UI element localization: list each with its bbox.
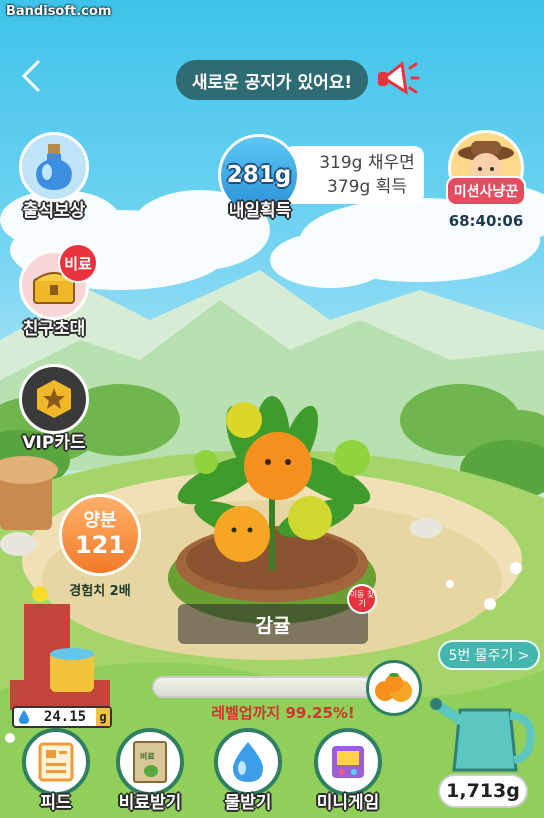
water-drop-big-icon xyxy=(214,728,282,796)
game-scene: Bandisoft.com 새로운 공지가 있어요! 출석보상 비료 친구초대 … xyxy=(0,0,544,818)
move-tag[interactable]: 이동 찾기 xyxy=(347,584,377,614)
water-stock-display: 24.15 g xyxy=(12,706,112,728)
yield-goal-text: 319g 채우면 xyxy=(319,153,415,173)
water-five-times-button[interactable]: 5번 물주기 > xyxy=(438,640,540,670)
feed-button[interactable]: 피드 xyxy=(16,728,96,813)
watering-can-amount: 1,713g xyxy=(438,774,528,808)
fertilizer-label: 비료받기 xyxy=(118,793,182,813)
invite-friends-button[interactable]: 비료 친구초대 xyxy=(16,243,98,339)
megaphone-icon[interactable] xyxy=(374,56,420,100)
feed-icon xyxy=(22,728,90,796)
watering-can-icon[interactable] xyxy=(430,680,540,780)
nutrient-value: 121 xyxy=(74,531,126,559)
minigame-label: 미니게임 xyxy=(316,793,380,813)
nutrient-bonus-text: 경험치 2배 xyxy=(69,584,131,599)
treasure-chest-icon: 비료 xyxy=(19,243,98,320)
nutrient-title: 양분 xyxy=(83,510,117,531)
water-stock-unit: g xyxy=(96,708,110,726)
mini-game-button[interactable]: 미니게임 xyxy=(308,728,388,813)
yield-label: 내일획득 xyxy=(228,201,292,221)
attendance-reward-button[interactable]: 출석보상 xyxy=(16,132,92,221)
get-water-button[interactable]: 물받기 xyxy=(208,728,288,813)
fertilizer-bag-icon: 비료 xyxy=(116,728,184,796)
water-drop-icon xyxy=(14,709,34,725)
notice-banner[interactable]: 새로운 공지가 있어요! xyxy=(176,60,368,100)
fertilizer-bag-text: 비료 xyxy=(140,752,155,761)
level-progress-bar xyxy=(152,676,382,698)
water-label: 물받기 xyxy=(224,793,272,813)
level-progress-fill xyxy=(154,678,379,696)
watermark: Bandisoft.com xyxy=(6,4,112,19)
feed-label: 피드 xyxy=(40,793,72,813)
mission-title: 미션사냥꾼 xyxy=(445,176,527,206)
water-stock-value: 24.15 xyxy=(43,709,87,725)
vip-star-icon xyxy=(19,364,89,434)
fertilizer-badge: 비료 xyxy=(58,243,98,283)
level-up-text: 레벨업까지 99.25%! xyxy=(211,704,355,722)
mission-hunter-button[interactable]: 미션사냥꾼 68:40:06 xyxy=(444,130,528,230)
plant-name-label: 감귤 xyxy=(178,604,368,644)
potion-icon xyxy=(19,132,89,202)
yield-info-box: 319g 채우면 379g 획득 xyxy=(284,146,424,204)
nutrient-widget[interactable]: 양분 121 경험치 2배 xyxy=(58,494,142,599)
vip-card-button[interactable]: VIP카드 xyxy=(16,364,92,453)
nutrient-circle: 양분 121 xyxy=(59,494,141,576)
back-chevron-icon[interactable] xyxy=(16,58,46,94)
get-fertilizer-button[interactable]: 비료 비료받기 xyxy=(110,728,190,813)
yield-reward-text: 379g 획득 xyxy=(327,177,407,197)
mission-timer: 68:40:06 xyxy=(448,212,524,230)
arcade-machine-icon xyxy=(314,728,382,796)
